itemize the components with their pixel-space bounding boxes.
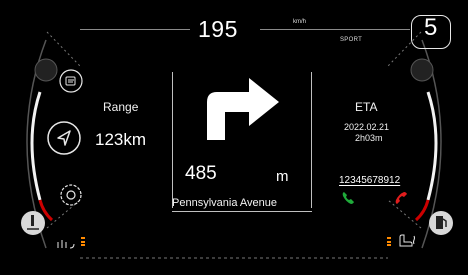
decline-call-icon[interactable] (394, 191, 408, 205)
range-value: 123km (95, 130, 147, 149)
street-name: Pennsylvania Avenue (172, 197, 277, 209)
seat-heater-icon (396, 234, 418, 248)
speed-value: 195 (198, 16, 238, 42)
drive-mode: SPORT (340, 37, 363, 43)
maneuver-distance-unit: m (276, 168, 289, 185)
caller-number: 12345678912 (339, 175, 401, 186)
eta-label: ETA (355, 100, 378, 114)
accept-call-icon[interactable] (341, 191, 355, 205)
eta-duration: 2h03m (355, 133, 383, 143)
eta-date: 2022.02.21 (344, 122, 390, 132)
settings-gear-icon[interactable] (58, 182, 84, 208)
speed-unit: km/h (293, 19, 307, 25)
fuel-pump-icon (428, 210, 454, 236)
divider-left (172, 72, 173, 208)
range-label: Range (103, 100, 139, 114)
media-icon[interactable] (58, 68, 84, 94)
top-line-right (260, 29, 410, 30)
gear-value: 5 (424, 14, 438, 41)
left-level-bars (81, 237, 85, 248)
maneuver-distance: 485 (185, 163, 217, 184)
divider-right (311, 72, 312, 208)
right-level-bars (387, 237, 391, 248)
coolant-temperature-icon (20, 210, 46, 236)
street-underline (172, 211, 312, 212)
turn-right-arrow-icon (203, 74, 283, 140)
top-line-left (80, 29, 190, 30)
rear-heater-icon (56, 236, 76, 249)
navigation-icon[interactable] (46, 120, 82, 156)
